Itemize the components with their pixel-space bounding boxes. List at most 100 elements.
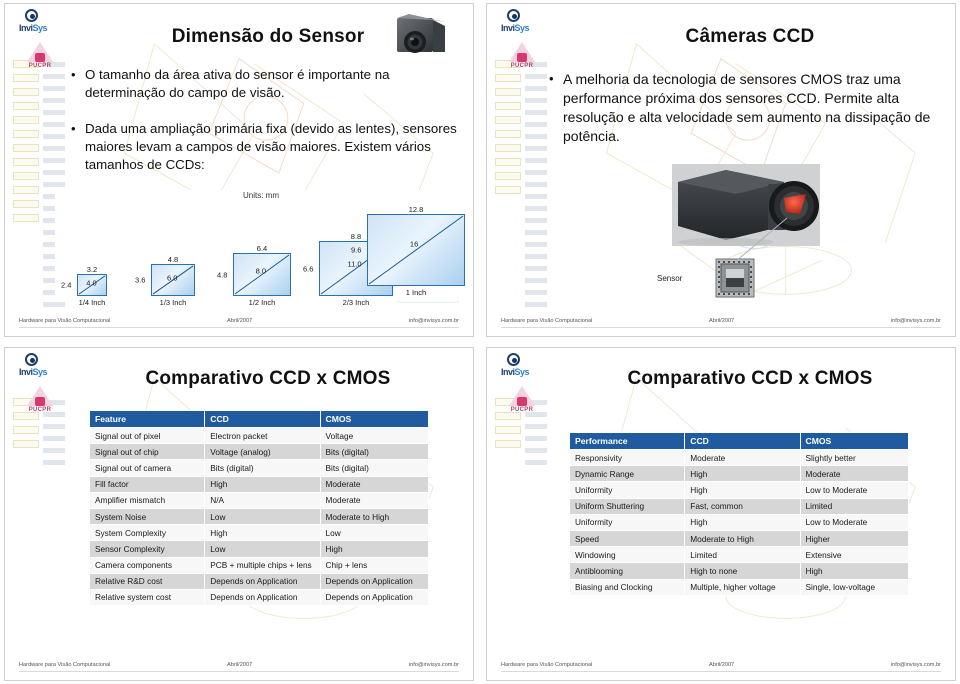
cell-ccd: Depends on Application [204,588,321,607]
cell-cmos: Moderate [319,491,429,509]
sensor-format-label: 2/3 Inch [342,298,370,307]
sensor-diagonal-label: 8.0 [255,266,267,276]
cell-ccd: Low [204,507,321,526]
sensor-format-label: 1/3 Inch [159,298,187,307]
cell-cmos: High [799,562,909,580]
sensor-item: 4.8 3.6 6.0 1/3 Inch [135,255,195,307]
table-header-row: Performance CCD CMOS [568,432,909,450]
table-row: Biasing and Clocking Multiple, higher vo… [568,578,909,596]
footer-center: Abril/2007 [226,317,253,324]
cell-ccd: Low [204,540,321,558]
sensor-height-label: 2.4 [61,280,72,290]
invisys-eye-icon [507,353,520,366]
cell-performance: Responsivity [568,448,686,467]
sensor-format-label: 1/4 Inch [78,298,106,307]
sensor-item: 6.4 4.8 8.0 1/2 Inch [217,244,291,307]
cell-cmos: Slightly better [799,448,909,467]
ccd-cmos-performance-table: Performance CCD CMOS Responsivity Modera… [568,432,909,596]
sensor-width-label: 8.8 [350,232,362,241]
bullet-dot-icon: • [549,71,554,86]
invisys-wordmark-a: Invi [19,23,33,33]
handout-page: InviSys PUCPR Dimensão do Sensor • O tam… [0,0,960,684]
cell-ccd: Multiple, higher voltage [684,578,801,596]
units-label: Units: mm [243,191,279,200]
cell-ccd: Bits (digital) [204,459,321,477]
cell-performance: Windowing [568,546,686,564]
cell-ccd: Voltage (analog) [204,443,321,461]
sensor-diagonal-label: 11.0 [347,259,362,269]
page-title: Comparativo CCD x CMOS [145,368,391,389]
page-title: Comparativo CCD x CMOS [627,368,873,389]
cell-feature: System Complexity [88,524,206,542]
bullet-list: • A melhoria da tecnologia de sensores C… [549,70,937,162]
sensor-height-label: 4.8 [217,270,228,279]
cell-feature: Signal out of chip [88,443,206,461]
slide-footer: Hardware para Visão Computacional Abril/… [501,660,941,672]
cell-feature: Relative system cost [88,588,206,607]
column-header-feature: Feature [88,410,206,428]
pucpr-crest-icon [27,386,53,406]
list-item: • A melhoria da tecnologia de sensores C… [549,70,937,146]
cell-cmos: Higher [799,529,909,548]
column-header-cmos: CMOS [799,432,909,450]
footer-left: Hardware para Visão Computacional [19,661,111,668]
cell-cmos: Single, low-voltage [799,578,909,596]
cell-performance: Uniformity [568,513,686,531]
table-row: Responsivity Moderate Slightly better [568,448,909,467]
cell-ccd: Moderate [684,448,801,467]
footer-left: Hardware para Visão Computacional [501,317,593,324]
table-row: Uniformity High Low to Moderate [568,481,909,499]
table-row: Speed Moderate to High Higher [568,529,909,548]
slide-comparison-features: InviSys PUCPR Comparativo CCD x CMOS Fea… [4,347,474,681]
footer-right: info@invisys.com.br [890,661,941,668]
cell-cmos: Low [319,524,429,542]
cell-ccd: Depends on Application [204,572,321,590]
invisys-wordmark-b: Sys [514,23,530,33]
footer-right: info@invisys.com.br [408,661,459,668]
invisys-eye-icon [25,353,38,366]
pucpr-logo: PUCPR [19,386,61,413]
sensor-height-label: 3.6 [135,275,146,285]
sensor-format-label: 1 Inch [405,288,427,297]
industrial-camera-photo [389,12,451,60]
table-row: Sensor Complexity Low High [88,540,429,558]
pucpr-crest-icon [509,42,535,62]
sensor-width-label: 6.4 [256,244,268,253]
cell-cmos: Extensive [799,546,909,564]
cell-ccd: Electron packet [204,426,321,445]
sensor-format-label: 1/2 Inch [248,298,276,307]
cell-ccd: Moderate to High [684,529,801,548]
invisys-wordmark-a: Invi [501,367,515,377]
footer-center: Abril/2007 [226,661,253,668]
camera-sensor-callout-figure: Sensor [647,162,947,302]
cell-ccd: High to none [684,562,801,580]
cell-ccd: Limited [684,546,801,564]
sensor-chip-diagram [715,258,755,298]
table-row: Relative system cost Depends on Applicat… [88,588,429,607]
footer-right: info@invisys.com.br [890,317,941,324]
pucpr-label: PUCPR [28,407,52,413]
pucpr-label: PUCPR [28,63,52,69]
bullet-list: • O tamanho da área ativa do sensor é im… [71,66,459,190]
cell-feature: Camera components [88,556,206,574]
cell-ccd: High [684,513,801,531]
table-row: Signal out of chip Voltage (analog) Bits… [88,443,429,461]
table-row: Dynamic Range High Moderate [568,465,909,483]
bullet-text: Dada uma ampliação primária fixa (devido… [85,121,457,172]
footer-right: info@invisys.com.br [408,317,459,324]
invisys-wordmark-b: Sys [32,23,48,33]
slide-logos: InviSys PUCPR [19,353,63,413]
cell-feature: Sensor Complexity [88,540,206,558]
column-header-cmos: CMOS [319,410,429,428]
ccd-size-comparison-figure: Units: mm 3.2 2.4 4.0 1/4 Inch 4.8 3.6 6… [55,190,467,307]
sensor-diagonal-label: 4.0 [86,278,97,288]
cell-feature: Signal out of camera [88,459,206,477]
cell-cmos: Voltage [319,426,429,445]
slide-footer: Hardware para Visão Computacional Abril/… [19,660,459,672]
invisys-logo: InviSys [501,9,543,37]
cell-ccd: Fast, common [684,497,801,515]
slide-sensor-dimension: InviSys PUCPR Dimensão do Sensor • O tam… [4,3,474,337]
cell-cmos: Low to Moderate [799,513,909,531]
cell-feature: Relative R&D cost [88,572,206,590]
cell-ccd: High [204,475,321,493]
